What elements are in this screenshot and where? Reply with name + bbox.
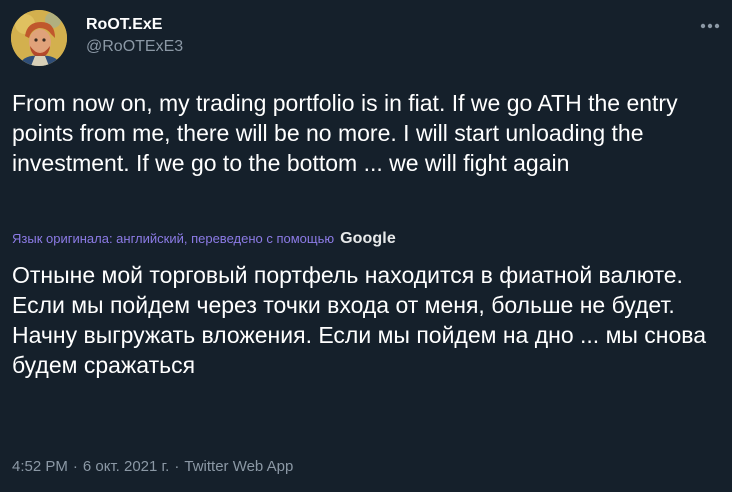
tweet-time[interactable]: 4:52 PM [12, 457, 68, 477]
tweet-card: RoOT.ExE @RoOTExE3 From now on, my tradi… [0, 0, 732, 492]
avatar-image [11, 10, 67, 66]
meta-separator: · [72, 458, 78, 475]
user-handle[interactable]: @RoOTExE3 [86, 37, 183, 57]
tweet-meta: 4:52 PM · 6 окт. 2021 г. · Twitter Web A… [12, 457, 293, 477]
more-button[interactable] [694, 10, 726, 42]
translation-note[interactable]: Язык оригинала: английский, переведено с… [12, 231, 334, 247]
tweet-date[interactable]: 6 окт. 2021 г. [83, 457, 169, 477]
display-name[interactable]: RoOT.ExE [86, 15, 162, 35]
translated-text: Отныне мой торговый портфель находится в… [12, 262, 707, 378]
avatar[interactable] [11, 10, 67, 66]
translation-attribution[interactable]: Язык оригинала: английский, переведено с… [12, 229, 396, 249]
google-logo: Google [340, 230, 396, 247]
tweet-source[interactable]: Twitter Web App [184, 457, 293, 477]
meta-separator: · [174, 458, 180, 475]
tweet-text: From now on, my trading portfolio is in … [12, 90, 678, 176]
more-horizontal-icon [700, 23, 720, 29]
